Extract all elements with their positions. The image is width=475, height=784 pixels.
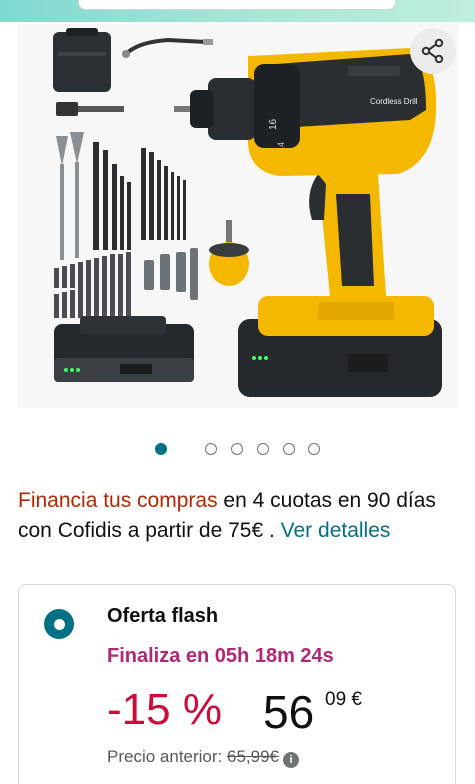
clutch-number-14: 14 [276, 142, 286, 152]
pagination-dot[interactable] [257, 443, 269, 455]
financing-highlight: Financia tus compras [18, 489, 218, 512]
offer-title: Oferta flash [107, 605, 219, 627]
image-pagination [0, 440, 475, 458]
previous-price-label: Precio anterior: [107, 747, 227, 766]
previous-price-value: 65,99€ [227, 747, 279, 766]
pagination-dot[interactable] [205, 443, 217, 455]
price-whole: 56 [263, 686, 315, 738]
share-button[interactable] [410, 28, 456, 74]
pagination-dot[interactable] [308, 443, 320, 455]
radio-selected-indicator [53, 618, 65, 630]
battery-image-left [54, 316, 194, 382]
info-icon[interactable]: i [283, 752, 299, 768]
flash-offer-card[interactable]: Oferta flash Finaliza en 05h 18m 24s -15… [18, 584, 456, 784]
pagination-dot[interactable] [283, 443, 295, 455]
search-bar[interactable] [78, 0, 396, 10]
offer-radio-button[interactable] [44, 609, 74, 639]
drill-brand-label: Cordless Drill [370, 97, 418, 106]
financing-details-link[interactable]: Ver detalles [281, 519, 391, 542]
discount-percentage: -15 % [107, 685, 222, 734]
carrying-case-image [53, 28, 111, 92]
share-icon [421, 38, 444, 64]
pagination-dot[interactable] [231, 443, 243, 455]
clutch-number-16: 16 [268, 118, 279, 130]
product-image: 16 14 Cordless Drill [18, 24, 458, 408]
previous-price: Precio anterior: 65,99€ i [107, 747, 299, 768]
top-bar [0, 0, 475, 22]
pagination-dot-active[interactable] [155, 443, 167, 455]
price-fraction: 09 € [325, 689, 362, 710]
offer-countdown: Finaliza en 05h 18m 24s [107, 645, 334, 667]
financing-offer: Financia tus compras en 4 cuotas en 90 d… [18, 486, 458, 546]
product-image-gallery[interactable]: 16 14 Cordless Drill [18, 24, 458, 408]
